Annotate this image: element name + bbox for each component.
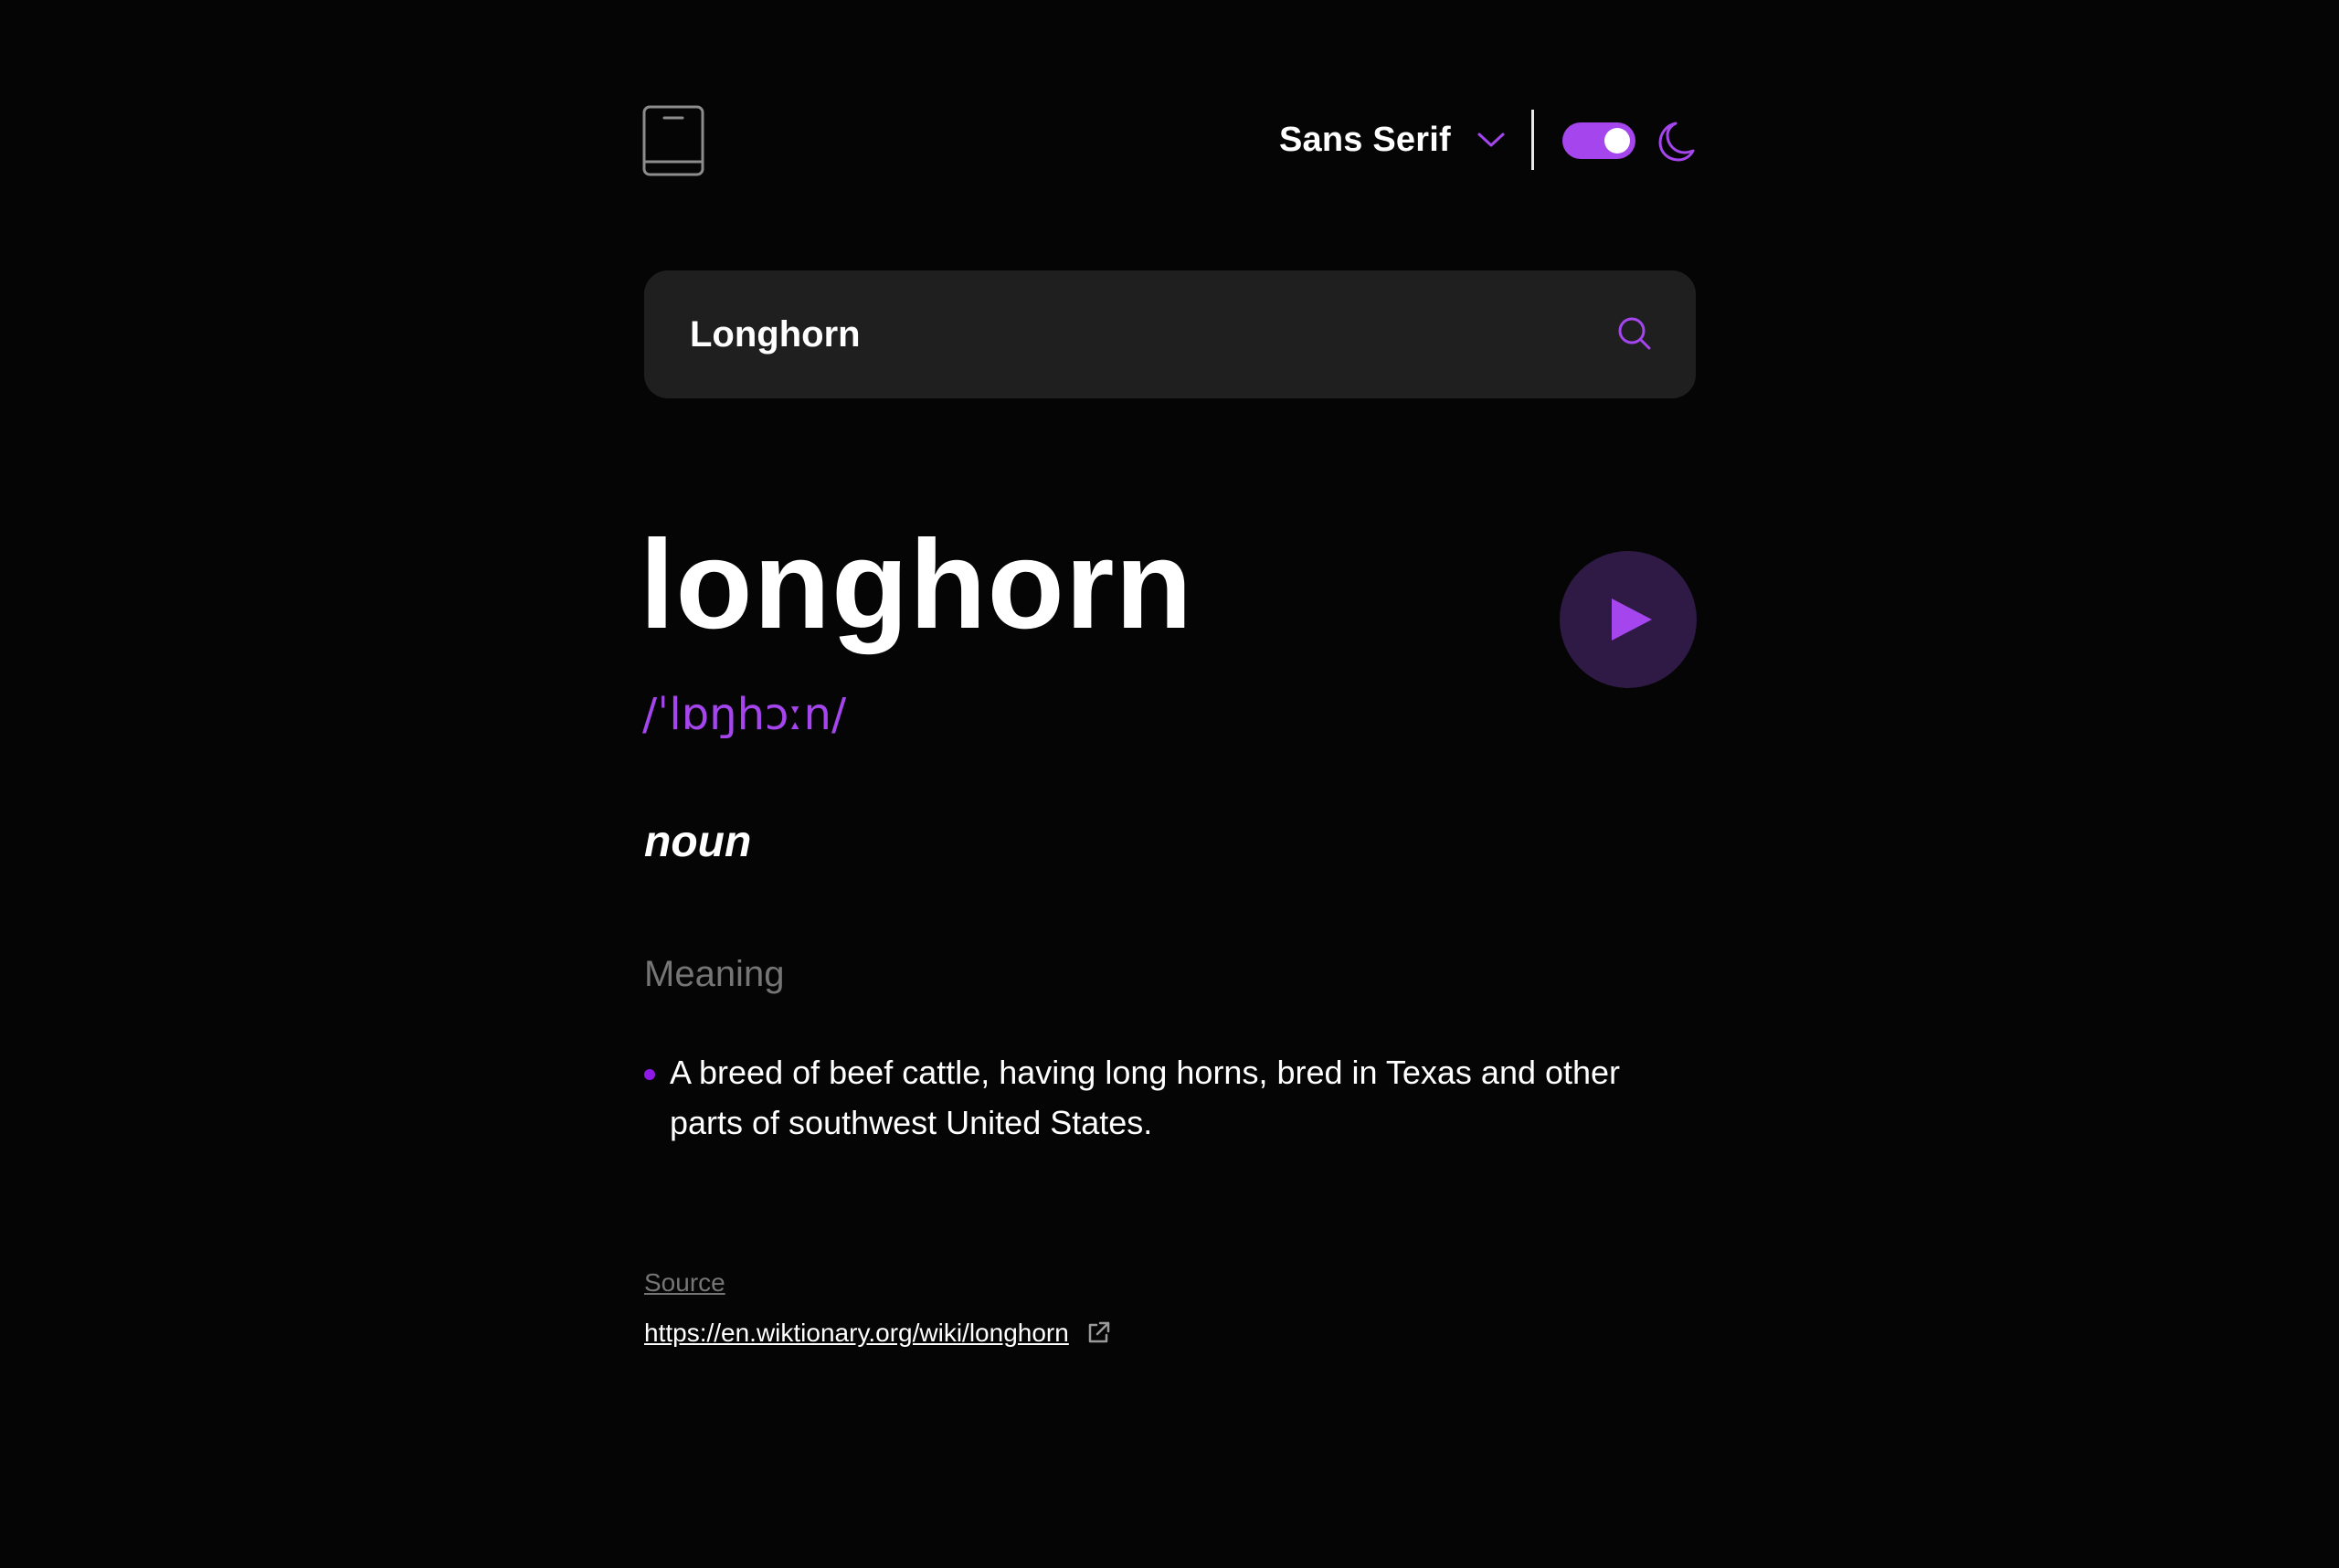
dictionary-app: Sans Serif longhorn /ˈlɒŋhɔːn/ noun Mean… [0, 0, 2339, 1568]
font-selector[interactable]: Sans Serif [1279, 114, 1506, 165]
theme-toggle-knob [1604, 128, 1630, 154]
definition-item: A breed of beef cattle, having long horn… [644, 1047, 1696, 1148]
word-title: longhorn [640, 514, 1193, 655]
part-of-speech: noun [644, 818, 752, 866]
meaning-heading: Meaning [644, 954, 785, 994]
source-url[interactable]: https://en.wiktionary.org/wiki/longhorn [644, 1317, 1069, 1350]
play-button[interactable] [1560, 551, 1697, 688]
source-label: Source [644, 1268, 725, 1297]
header-divider [1531, 110, 1534, 170]
phonetic-text: /ˈlɒŋhɔːn/ [642, 689, 847, 740]
definition-list: A breed of beef cattle, having long horn… [644, 1047, 1696, 1148]
part-of-speech-divider [795, 845, 1696, 846]
source-link[interactable]: https://en.wiktionary.org/wiki/longhorn [644, 1317, 1111, 1350]
search-bar [644, 270, 1696, 398]
play-icon [1612, 599, 1652, 641]
external-link-icon[interactable] [1085, 1320, 1111, 1346]
font-selector-label: Sans Serif [1279, 120, 1451, 159]
definition-text: A breed of beef cattle, having long horn… [670, 1054, 1621, 1141]
chevron-down-icon [1477, 132, 1505, 147]
bullet-dot [644, 1069, 655, 1080]
theme-toggle[interactable] [1562, 122, 1635, 159]
search-input[interactable] [690, 270, 1558, 398]
search-icon[interactable] [1617, 316, 1652, 351]
book-icon[interactable] [642, 105, 706, 176]
moon-icon [1658, 122, 1695, 162]
